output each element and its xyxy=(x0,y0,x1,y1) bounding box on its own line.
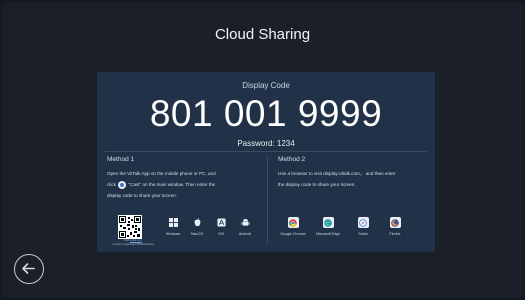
edge-icon xyxy=(322,217,334,228)
browser-edge: Microsoft Edge xyxy=(308,217,348,236)
qr-download-note: Visit viitalk.com or scan to download Vi… xyxy=(103,239,163,246)
method-1-line-2-end: "Cast" on the main window. Then enter th… xyxy=(128,182,216,187)
method-1-line-3: display code to share your screen. xyxy=(107,193,177,198)
method-1-line-1: Open the ViiTalk App on the mobile phone… xyxy=(107,171,216,176)
safari-icon xyxy=(357,217,369,228)
qr-note-download: or scan to download ViiTalk Meeting xyxy=(112,242,154,246)
firefox-icon xyxy=(389,217,401,228)
vertical-divider xyxy=(267,156,268,244)
browser-label: Firefox xyxy=(389,232,401,236)
method-2-instructions: Use a browser to visit display.viitalk.c… xyxy=(278,168,428,190)
display-code-card: Display Code 801 001 9999 Password: 1234… xyxy=(97,72,435,252)
method-2-title: Method 2 xyxy=(278,156,306,163)
browser-firefox: Firefox xyxy=(375,217,415,236)
back-button[interactable] xyxy=(14,254,44,284)
password-text: Password: 1234 xyxy=(237,139,295,148)
browser-label: Google Chrome xyxy=(280,232,306,236)
platform-android: Android xyxy=(230,218,260,236)
method-1-line-2: click "Cast" on the main window. Then en… xyxy=(107,179,267,190)
browser-label: Microsoft Edge xyxy=(316,232,340,236)
android-icon xyxy=(241,218,249,226)
method-1-title: Method 1 xyxy=(107,156,135,163)
method-2-line-2: the display code to share your screen. xyxy=(278,182,356,187)
display-code-label: Display Code xyxy=(242,81,290,90)
chrome-icon xyxy=(287,217,299,228)
apple-icon xyxy=(194,218,200,227)
display-code-value: 801 001 9999 xyxy=(149,93,383,134)
back-arrow-icon xyxy=(22,263,35,274)
cast-icon xyxy=(118,180,127,189)
method-1-line-2-start: click xyxy=(107,182,116,187)
windows-icon xyxy=(168,218,178,227)
method-2-line-1: Use a browser to visit display.viitalk.c… xyxy=(278,171,396,176)
platform-label: Android xyxy=(238,232,252,236)
horizontal-divider xyxy=(105,151,427,152)
browser-chrome: Google Chrome xyxy=(273,217,313,236)
method-1-instructions: Open the ViiTalk App on the mobile phone… xyxy=(107,168,267,201)
ios-app-icon xyxy=(216,218,226,227)
download-qr-code xyxy=(118,215,142,239)
page-title: Cloud Sharing xyxy=(214,26,311,43)
